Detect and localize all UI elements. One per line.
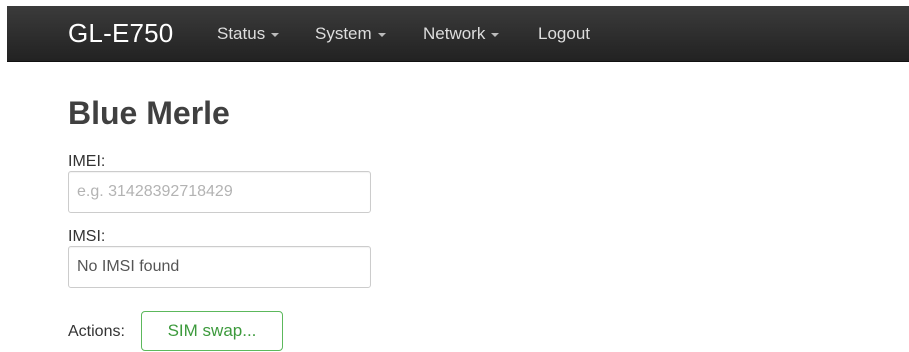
nav-logout-label: Logout — [538, 24, 590, 43]
caret-down-icon — [271, 32, 280, 37]
nav-status-label: Status — [217, 24, 266, 43]
nav-network-menu[interactable]: Network — [423, 24, 500, 44]
nav-status-menu[interactable]: Status — [217, 24, 280, 44]
brand-logo[interactable]: GL-E750 — [68, 18, 173, 48]
nav-network-label: Network — [423, 24, 486, 43]
sim-swap-button[interactable]: SIM swap... — [141, 311, 283, 351]
page-title: Blue Merle — [68, 95, 230, 131]
imei-input[interactable] — [68, 171, 371, 213]
imsi-label: IMSI: — [68, 228, 106, 245]
actions-label: Actions: — [68, 323, 125, 340]
nav-logout-link[interactable]: Logout — [538, 24, 590, 44]
top-navbar: GL-E750 Status System Network Logout — [7, 6, 909, 62]
imsi-input[interactable] — [68, 246, 371, 288]
imei-label: IMEI: — [68, 153, 106, 170]
caret-down-icon — [377, 32, 386, 37]
caret-down-icon — [491, 32, 500, 37]
nav-system-menu[interactable]: System — [315, 24, 386, 44]
page: GL-E750 Status System Network Logout Blu… — [0, 0, 909, 352]
nav-system-label: System — [315, 24, 372, 43]
